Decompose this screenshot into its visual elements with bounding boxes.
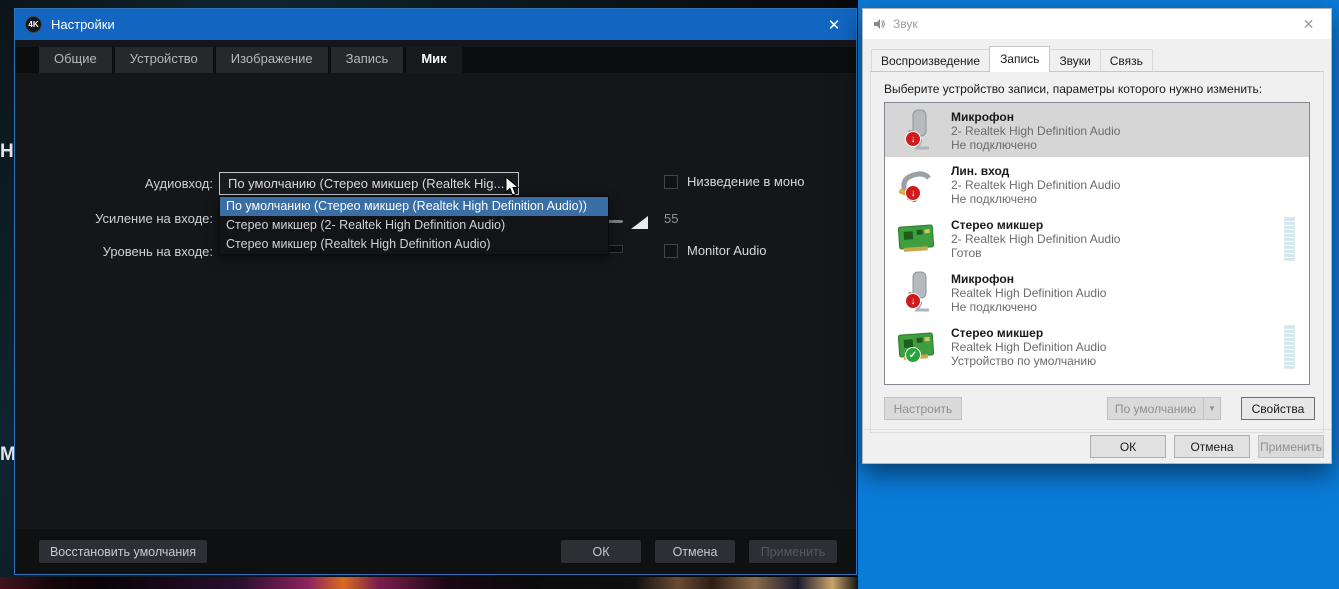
- device-name: Стерео микшер: [951, 218, 1044, 232]
- speaker-icon: [874, 19, 885, 29]
- tab-sounds[interactable]: Звуки: [1049, 49, 1101, 72]
- ok-button[interactable]: ОК: [1090, 435, 1166, 458]
- background-text-fragment: М: [0, 444, 14, 465]
- close-icon[interactable]: ✕: [1286, 9, 1331, 39]
- device-row-stereo-mix-default[interactable]: ✓ Стерео микшер Realtek High Definition …: [885, 319, 1309, 373]
- device-row-microphone-2[interactable]: ↓ Микрофон 2- Realtek High Definition Au…: [885, 103, 1309, 157]
- instruction-text: Выберите устройство записи, параметры ко…: [884, 82, 1263, 96]
- device-row-microphone[interactable]: ↓ Микрофон Realtek High Definition Audio…: [885, 265, 1309, 319]
- divider: [863, 429, 1331, 430]
- device-row-line-in[interactable]: ↓ Лин. вход 2- Realtek High Definition A…: [885, 157, 1309, 211]
- audio-input-label: Аудиовход:: [144, 176, 213, 191]
- close-icon[interactable]: ✕: [812, 9, 856, 40]
- volume-icon: [631, 216, 648, 229]
- sound-title: Звук: [893, 17, 918, 31]
- device-driver: 2- Realtek High Definition Audio: [951, 232, 1121, 246]
- mono-downmix-row: Низведение в моно: [664, 174, 805, 189]
- input-level-label: Уровень на входе:: [102, 244, 213, 259]
- background-text-fragment: НИ: [0, 141, 14, 162]
- tab-communications[interactable]: Связь: [1099, 49, 1153, 72]
- tab-recording[interactable]: Запись: [330, 47, 404, 73]
- video-thumbnail-strip: [0, 577, 858, 589]
- level-meter: [1284, 325, 1295, 369]
- device-driver: 2- Realtek High Definition Audio: [951, 124, 1121, 138]
- ok-button[interactable]: ОК: [561, 540, 641, 563]
- device-name: Микрофон: [951, 272, 1014, 286]
- device-driver: Realtek High Definition Audio: [951, 286, 1107, 300]
- line-in-icon: [898, 171, 931, 202]
- default-device-icon: ✓: [905, 347, 921, 363]
- device-name: Лин. вход: [951, 164, 1010, 178]
- audio-input-combobox[interactable]: По умолчанию (Стерео микшер (Realtek Hig…: [219, 172, 519, 195]
- tab-image[interactable]: Изображение: [215, 47, 328, 73]
- not-plugged-icon: ↓: [905, 293, 921, 309]
- device-name: Микрофон: [951, 110, 1014, 124]
- settings-tabstrip: Общие Устройство Изображение Запись Мик: [15, 47, 856, 73]
- level-meter: [1284, 217, 1295, 261]
- input-gain-label: Усиление на входе:: [95, 211, 213, 226]
- monitor-audio-checkbox[interactable]: [664, 243, 678, 258]
- device-status: Не подключено: [951, 300, 1037, 314]
- device-status: Не подключено: [951, 138, 1037, 152]
- gain-value: 55: [664, 211, 679, 226]
- sound-titlebar[interactable]: Звук ✕: [863, 9, 1331, 39]
- mono-downmix-checkbox[interactable]: [664, 174, 678, 189]
- settings-title: Настройки: [51, 17, 115, 32]
- tab-general[interactable]: Общие: [39, 47, 112, 73]
- dropdown-option[interactable]: Стерео микшер (Realtek High Definition A…: [220, 235, 608, 254]
- restore-defaults-button[interactable]: Восстановить умолчания: [39, 540, 207, 563]
- soundcard-icon: [897, 224, 935, 252]
- device-driver: Realtek High Definition Audio: [951, 340, 1107, 354]
- tab-playback[interactable]: Воспроизведение: [871, 49, 991, 72]
- settings-footer: Восстановить умолчания ОК Отмена Примени…: [15, 529, 856, 574]
- audio-input-value: По умолчанию (Стерео микшер (Realtek Hig…: [228, 176, 505, 191]
- mouse-cursor: [505, 176, 520, 196]
- dropdown-option[interactable]: По умолчанию (Стерео микшер (Realtek Hig…: [220, 197, 608, 216]
- microphone-icon: [908, 271, 929, 312]
- sound-tabstrip: Воспроизведение Запись Звуки Связь: [871, 46, 1153, 72]
- set-default-arrow-icon[interactable]: ▼: [1204, 397, 1221, 420]
- cancel-button[interactable]: Отмена: [655, 540, 735, 563]
- audio-input-dropdown: По умолчанию (Стерео микшер (Realtek Hig…: [219, 196, 609, 255]
- device-driver: 2- Realtek High Definition Audio: [951, 178, 1121, 192]
- settings-titlebar[interactable]: 4K Настройки ✕: [15, 9, 856, 40]
- sound-dialog: Звук ✕ Воспроизведение Запись Звуки Связ…: [862, 8, 1332, 464]
- not-plugged-icon: ↓: [905, 185, 921, 201]
- 4k-app-icon: 4K: [25, 16, 42, 33]
- apply-button[interactable]: Применить: [749, 540, 837, 563]
- mono-downmix-label: Низведение в моно: [687, 174, 805, 189]
- not-plugged-icon: ↓: [905, 131, 921, 147]
- recording-device-list[interactable]: ↓ Микрофон 2- Realtek High Definition Au…: [884, 102, 1310, 385]
- device-status: Готов: [951, 246, 982, 260]
- recording-tab-page: Выберите устройство записи, параметры ко…: [870, 71, 1324, 433]
- apply-button[interactable]: Применить: [1258, 435, 1324, 458]
- microphone-icon: [908, 109, 929, 150]
- configure-button[interactable]: Настроить: [884, 397, 962, 420]
- screen: НИ М 4K Настройки ✕ Общие Устройство Изо…: [0, 0, 1339, 589]
- monitor-audio-label: Monitor Audio: [687, 243, 767, 258]
- tab-recording[interactable]: Запись: [989, 46, 1051, 72]
- tab-mic[interactable]: Мик: [406, 47, 462, 73]
- tab-device[interactable]: Устройство: [114, 47, 213, 73]
- device-name: Стерео микшер: [951, 326, 1044, 340]
- set-default-button[interactable]: По умолчанию: [1107, 397, 1204, 420]
- settings-dialog: 4K Настройки ✕ Общие Устройство Изображе…: [14, 8, 857, 575]
- soundcard-icon: [897, 332, 935, 360]
- monitor-audio-row: Monitor Audio: [664, 243, 767, 258]
- device-status: Не подключено: [951, 192, 1037, 206]
- device-row-stereo-mix-2[interactable]: Стерео микшер 2- Realtek High Definition…: [885, 211, 1309, 265]
- cancel-button[interactable]: Отмена: [1174, 435, 1250, 458]
- mic-tab-content: Аудиовход: По умолчанию (Стерео микшер (…: [15, 73, 856, 529]
- properties-button[interactable]: Свойства: [1241, 397, 1315, 420]
- device-status: Устройство по умолчанию: [951, 354, 1097, 368]
- dropdown-option[interactable]: Стерео микшер (2- Realtek High Definitio…: [220, 216, 608, 235]
